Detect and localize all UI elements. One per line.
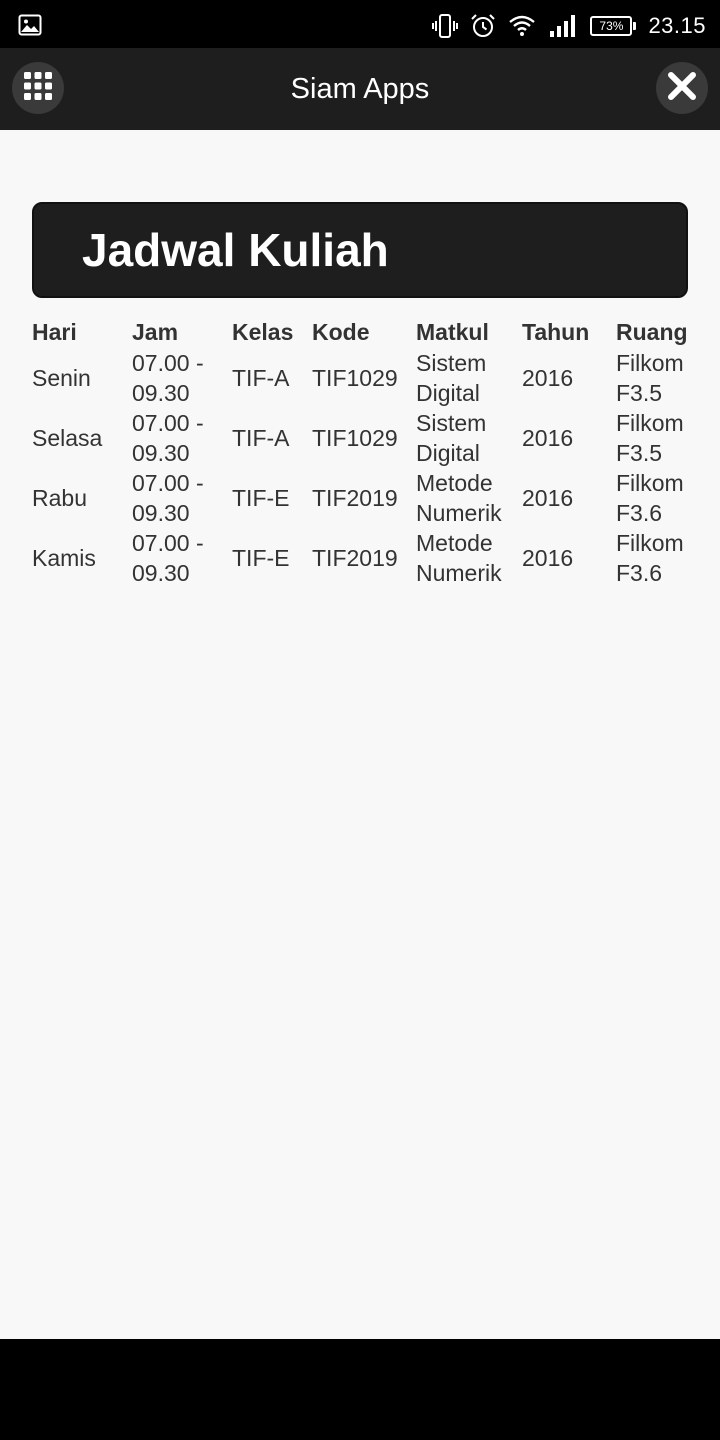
table-row: Rabu 07.00 - 09.30 TIF-E TIF2019 Metode … xyxy=(32,468,696,528)
app-title: Siam Apps xyxy=(290,73,430,105)
close-button[interactable] xyxy=(656,62,708,114)
image-icon xyxy=(18,14,42,36)
cell-jam: 07.00 - 09.30 xyxy=(132,350,204,406)
battery-icon: 73% xyxy=(590,16,637,36)
cell-matkul: Metode Numerik xyxy=(416,530,502,586)
header-hari: Hari xyxy=(32,318,77,345)
cell-jam: 07.00 - 09.30 xyxy=(132,470,204,526)
cell-matkul: Sistem Digital xyxy=(416,350,487,406)
cell-kode: TIF2019 xyxy=(312,545,398,571)
cell-tahun: 2016 xyxy=(522,425,574,451)
header-jam: Jam xyxy=(132,318,179,345)
table-row: Kamis 07.00 - 09.30 TIF-E TIF2019 Metode… xyxy=(32,528,696,588)
header-kelas: Kelas xyxy=(232,318,294,345)
header-tahun: Tahun xyxy=(522,318,590,345)
alarm-icon xyxy=(470,13,496,39)
main-content: Jadwal Kuliah Hari Jam Kelas Kode Matkul… xyxy=(0,130,720,1339)
gallery-notification xyxy=(18,14,42,41)
cell-hari: Rabu xyxy=(32,485,87,511)
table-row: Senin 07.00 - 09.30 TIF-A TIF1029 Sistem… xyxy=(32,348,696,408)
cell-tahun: 2016 xyxy=(522,485,574,511)
status-bar: 73% 23.15 xyxy=(0,0,720,48)
navigation-bar xyxy=(0,1339,720,1440)
cell-tahun: 2016 xyxy=(522,545,574,571)
status-clock: 23.15 xyxy=(648,13,706,38)
cell-matkul: Metode Numerik xyxy=(416,470,502,526)
cell-hari: Kamis xyxy=(32,545,96,571)
cell-jam: 07.00 - 09.30 xyxy=(132,410,204,466)
cell-kode: TIF2019 xyxy=(312,485,398,511)
page-title: Jadwal Kuliah xyxy=(82,224,389,276)
cell-ruang: Filkom F3.6 xyxy=(616,470,684,526)
vibrate-icon xyxy=(432,13,459,39)
table-row: Selasa 07.00 - 09.30 TIF-A TIF1029 Siste… xyxy=(32,408,696,468)
cell-kelas: TIF-E xyxy=(232,545,290,571)
signal-icon xyxy=(548,14,578,38)
page-banner: Jadwal Kuliah xyxy=(32,202,688,298)
cell-kelas: TIF-A xyxy=(232,425,290,451)
app-bar: Siam Apps xyxy=(0,48,720,130)
menu-button[interactable] xyxy=(12,62,64,114)
cell-tahun: 2016 xyxy=(522,365,574,391)
cell-hari: Selasa xyxy=(32,425,103,451)
cell-kode: TIF1029 xyxy=(312,425,398,451)
wifi-icon xyxy=(508,14,536,38)
cell-kelas: TIF-E xyxy=(232,485,290,511)
close-icon xyxy=(667,71,697,106)
cell-kelas: TIF-A xyxy=(232,365,290,391)
status-icons: 73% 23.15 xyxy=(432,10,706,42)
grid-menu-icon xyxy=(23,71,53,106)
header-matkul: Matkul xyxy=(416,318,489,345)
cell-matkul: Sistem Digital xyxy=(416,410,487,466)
schedule-table: Hari Jam Kelas Kode Matkul Tahun Ruang S… xyxy=(32,316,696,588)
header-ruang: Ruang xyxy=(616,318,688,345)
cell-kode: TIF1029 xyxy=(312,365,398,391)
table-header-row: Hari Jam Kelas Kode Matkul Tahun Ruang xyxy=(32,316,696,348)
cell-ruang: Filkom F3.5 xyxy=(616,410,684,466)
battery-percent: 73% xyxy=(590,16,633,36)
cell-jam: 07.00 - 09.30 xyxy=(132,530,204,586)
cell-ruang: Filkom F3.6 xyxy=(616,530,684,586)
header-kode: Kode xyxy=(312,318,370,345)
cell-ruang: Filkom F3.5 xyxy=(616,350,684,406)
cell-hari: Senin xyxy=(32,365,91,391)
